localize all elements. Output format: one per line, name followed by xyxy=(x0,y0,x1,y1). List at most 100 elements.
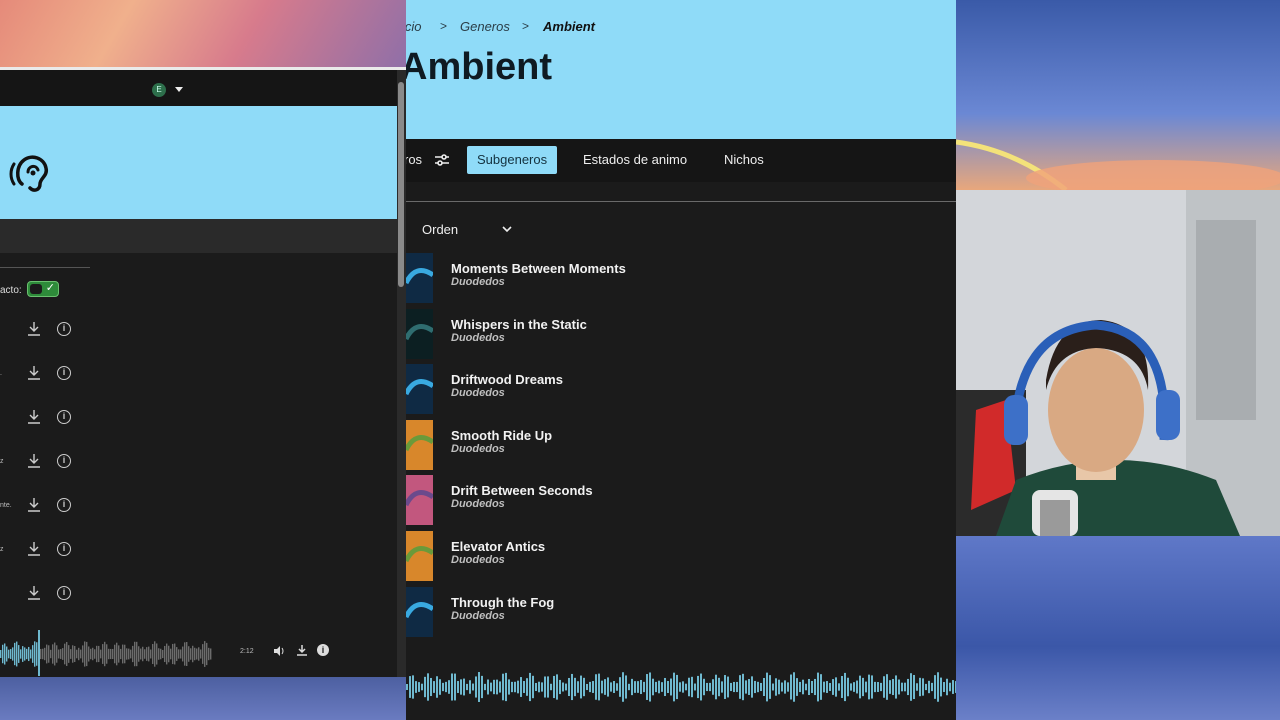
track-artist[interactable]: Duodedos xyxy=(451,498,505,510)
album-art-thumbnail[interactable] xyxy=(406,531,433,581)
track-title[interactable]: Smooth Ride Up xyxy=(451,428,552,443)
waveform-bar xyxy=(799,681,801,693)
track-row[interactable]: Drift Between Seconds Duodedos xyxy=(406,475,956,526)
volume-icon[interactable] xyxy=(273,645,285,657)
waveform-bar xyxy=(72,645,74,663)
waveform-bar xyxy=(658,680,660,694)
waveform-bar xyxy=(562,682,564,692)
left-window-banner xyxy=(0,106,397,219)
waveform-bar xyxy=(712,679,714,695)
info-icon[interactable]: i xyxy=(57,366,71,380)
waveform-bar xyxy=(685,683,687,691)
download-icon[interactable] xyxy=(27,585,41,601)
sliders-icon[interactable] xyxy=(434,152,450,168)
waveform-bar xyxy=(120,648,122,660)
track-artist[interactable]: Duodedos xyxy=(451,554,505,566)
track-title[interactable]: Moments Between Moments xyxy=(451,261,626,276)
waveform-bar xyxy=(832,679,834,695)
track-row[interactable]: Moments Between Moments Duodedos xyxy=(406,253,956,303)
waveform-bar xyxy=(817,672,819,702)
waveform-bar xyxy=(598,673,600,701)
left-track-row: zi xyxy=(0,453,80,473)
waveform-bar xyxy=(24,647,26,661)
download-icon[interactable] xyxy=(27,453,41,469)
main-waveform[interactable] xyxy=(406,655,956,715)
waveform-bar xyxy=(745,680,747,694)
download-icon[interactable] xyxy=(27,541,41,557)
waveform[interactable] xyxy=(0,630,240,676)
waveform-bar xyxy=(198,647,200,661)
track-title[interactable]: Whispers in the Static xyxy=(451,317,587,332)
tab-subgeneros[interactable]: Subgeneros xyxy=(467,146,558,174)
waveform-bar xyxy=(142,646,144,662)
waveform-bar xyxy=(862,677,864,697)
track-title[interactable]: Driftwood Dreams xyxy=(451,372,563,387)
waveform-bar xyxy=(184,642,186,666)
track-artist[interactable]: Duodedos xyxy=(451,332,505,344)
album-art-thumbnail[interactable] xyxy=(406,253,433,303)
download-icon[interactable] xyxy=(27,321,41,337)
tab-filtros[interactable]: ros xyxy=(406,146,432,174)
album-art-thumbnail[interactable] xyxy=(406,308,433,359)
waveform-bar xyxy=(192,645,194,663)
track-row[interactable]: Whispers in the Static Duodedos xyxy=(406,308,956,359)
waveform-bar xyxy=(511,681,513,693)
album-art-thumbnail[interactable] xyxy=(406,419,433,470)
waveform-bar xyxy=(940,677,942,697)
album-art-thumbnail[interactable] xyxy=(406,364,433,415)
account-avatar[interactable]: E xyxy=(152,83,166,97)
album-art-thumbnail[interactable] xyxy=(406,586,433,637)
track-title[interactable]: Through the Fog xyxy=(451,595,554,610)
tab-estados-de-animo[interactable]: Estados de animo xyxy=(573,146,697,174)
info-icon[interactable]: i xyxy=(317,644,329,656)
waveform-bar xyxy=(84,641,86,667)
info-icon[interactable]: i xyxy=(57,542,71,556)
download-icon[interactable] xyxy=(296,644,308,657)
breadcrumb-home[interactable]: icio xyxy=(406,19,422,34)
breadcrumb-generos[interactable]: Generos xyxy=(460,19,510,34)
contact-toggle[interactable]: ✓ xyxy=(27,281,59,297)
track-row[interactable]: Through the Fog Duodedos xyxy=(406,586,956,637)
download-icon[interactable] xyxy=(27,497,41,513)
track-row[interactable]: Elevator Antics Duodedos xyxy=(406,531,956,581)
info-icon[interactable]: i xyxy=(57,586,71,600)
track-artist[interactable]: Duodedos xyxy=(451,610,505,622)
waveform-bar xyxy=(703,678,705,696)
waveform-bar xyxy=(949,682,951,692)
info-icon[interactable]: i xyxy=(57,498,71,512)
waveform-bar xyxy=(478,672,480,702)
left-window-toolbar xyxy=(0,219,397,253)
track-artist[interactable]: Duodedos xyxy=(451,276,505,288)
waveform-bar xyxy=(190,648,192,660)
account-menu-caret-icon[interactable] xyxy=(175,87,183,92)
main-browser-window: icio > Generos > Ambient Ambient ros Sub… xyxy=(406,0,956,720)
waveform-bar xyxy=(36,642,38,666)
waveform-bar xyxy=(787,682,789,692)
waveform-bar xyxy=(436,676,438,698)
track-title[interactable]: Drift Between Seconds xyxy=(451,483,593,498)
track-artist[interactable]: Duodedos xyxy=(451,387,505,399)
track-artist[interactable]: Duodedos xyxy=(451,443,505,455)
scrollbar-thumb[interactable] xyxy=(398,82,404,287)
chevron-down-icon[interactable] xyxy=(502,224,512,234)
info-icon[interactable]: i xyxy=(57,410,71,424)
waveform-bar xyxy=(709,682,711,692)
info-icon[interactable]: i xyxy=(57,454,71,468)
ear-logo-icon xyxy=(9,155,49,192)
left-scrollbar[interactable] xyxy=(397,70,406,677)
album-art-thumbnail[interactable] xyxy=(406,475,433,526)
download-icon[interactable] xyxy=(27,365,41,381)
info-icon[interactable]: i xyxy=(57,322,71,336)
track-title[interactable]: Elevator Antics xyxy=(451,539,545,554)
waveform-bar xyxy=(415,681,417,693)
sort-dropdown[interactable]: Orden xyxy=(422,222,458,237)
waveform-bar xyxy=(490,682,492,692)
waveform-bar xyxy=(937,672,939,702)
waveform-bar xyxy=(781,682,783,692)
waveform-bar xyxy=(180,649,182,659)
waveform-bar xyxy=(4,643,6,665)
tab-nichos[interactable]: Nichos xyxy=(714,146,774,174)
track-row[interactable]: Smooth Ride Up Duodedos xyxy=(406,419,956,470)
track-row[interactable]: Driftwood Dreams Duodedos xyxy=(406,364,956,415)
download-icon[interactable] xyxy=(27,409,41,425)
